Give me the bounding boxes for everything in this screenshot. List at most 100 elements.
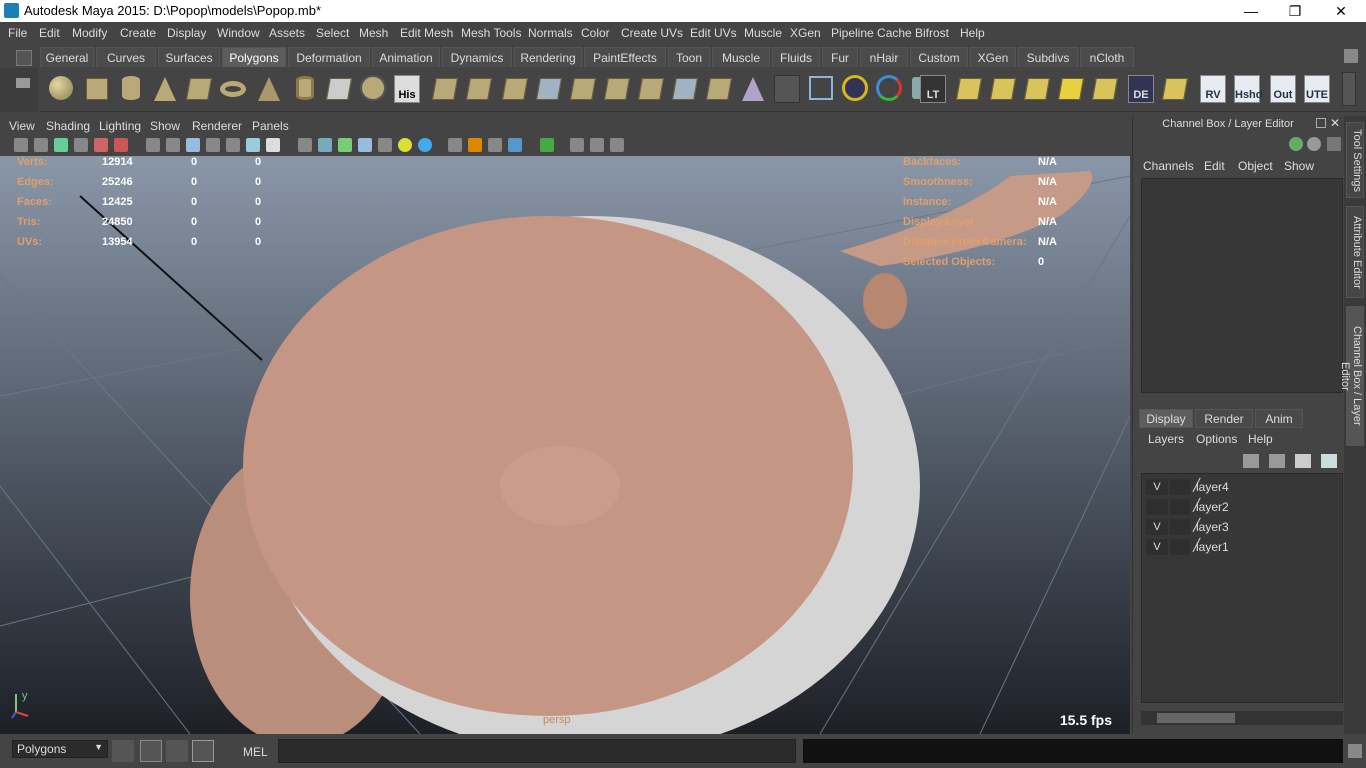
layer-name[interactable]: layer4 <box>1196 480 1229 494</box>
channel-box-menu-channels[interactable]: Channels <box>1143 159 1194 173</box>
menu-help[interactable]: Help <box>960 26 985 40</box>
grease-pencil-icon[interactable] <box>114 138 128 152</box>
menu-xgen[interactable]: XGen <box>790 26 821 40</box>
extract-icon[interactable] <box>500 73 530 105</box>
uv-tile-icon-1[interactable] <box>954 73 984 105</box>
layer-tab-display[interactable]: Display <box>1139 409 1193 428</box>
safe-action-icon[interactable] <box>246 138 260 152</box>
menu-edit-mesh[interactable]: Edit Mesh <box>400 26 453 40</box>
hypergraph-icon[interactable] <box>192 740 214 762</box>
layer-row[interactable]: V ╱ layer4 <box>1146 477 1340 497</box>
menu-create-uvs[interactable]: Create UVs <box>621 26 683 40</box>
film-gate-icon[interactable] <box>166 138 180 152</box>
fill-hole-icon[interactable] <box>636 73 666 105</box>
menu-color[interactable]: Color <box>581 26 610 40</box>
uv-tile-icon-6[interactable] <box>1160 73 1190 105</box>
grid-icon[interactable] <box>146 138 160 152</box>
de-button[interactable]: DE <box>1126 73 1156 105</box>
close-panel-icon[interactable]: ✕ <box>1330 116 1340 130</box>
layer-row[interactable]: ╱ layer2 <box>1146 497 1340 517</box>
uv-tile-icon-5[interactable] <box>1090 73 1120 105</box>
smooth-icon[interactable] <box>534 73 564 105</box>
uv-tile-icon-4[interactable] <box>1056 73 1086 105</box>
new-layer-selected-icon[interactable] <box>1321 454 1337 468</box>
menu-window[interactable]: Window <box>217 26 260 40</box>
viewport-menu-lighting[interactable]: Lighting <box>99 119 141 133</box>
menu-muscle[interactable]: Muscle <box>744 26 782 40</box>
close-button[interactable]: ✕ <box>1318 0 1364 22</box>
layer-row[interactable]: V ╱ layer3 <box>1146 517 1340 537</box>
trash-icon[interactable] <box>1344 49 1358 63</box>
tab-deformation[interactable]: Deformation <box>288 47 370 67</box>
layer-editor-icon[interactable] <box>1307 137 1321 151</box>
extrude-icon[interactable] <box>670 73 700 105</box>
resolution-gate-icon[interactable] <box>186 138 200 152</box>
ambient-occlusion-icon[interactable] <box>448 138 462 152</box>
safe-title-icon[interactable] <box>266 138 280 152</box>
transform-manipulator-icon[interactable] <box>874 73 904 105</box>
layer-name[interactable]: layer1 <box>1196 540 1229 554</box>
poly-pipe-icon[interactable] <box>290 73 320 105</box>
hshd-button[interactable]: Hshd <box>1232 73 1263 105</box>
xray-joints-icon[interactable] <box>570 138 584 152</box>
menu-set-dropdown[interactable]: Polygons ▼ <box>12 740 108 758</box>
viewport-menu-shading[interactable]: Shading <box>46 119 90 133</box>
lights-icon[interactable] <box>398 138 412 152</box>
layer-visibility-toggle[interactable]: V <box>1146 479 1168 495</box>
menu-modify[interactable]: Modify <box>72 26 107 40</box>
tab-toon[interactable]: Toon <box>668 47 710 67</box>
tab-polygons[interactable]: Polygons <box>222 47 286 67</box>
menu-create[interactable]: Create <box>120 26 156 40</box>
move-layer-up-icon[interactable] <box>1243 454 1259 468</box>
poly-torus-icon[interactable] <box>218 73 248 105</box>
layer-tab-render[interactable]: Render <box>1195 409 1253 428</box>
menu-file[interactable]: File <box>8 26 27 40</box>
help-line-icon[interactable] <box>1348 744 1362 758</box>
textured-icon[interactable] <box>378 138 392 152</box>
snap-icon[interactable] <box>840 73 870 105</box>
rv-button[interactable]: RV <box>1198 73 1228 105</box>
menu-edit-uvs[interactable]: Edit UVs <box>690 26 737 40</box>
poly-soccerball-icon[interactable] <box>358 73 388 105</box>
menu-display[interactable]: Display <box>167 26 206 40</box>
poly-helix-icon[interactable] <box>324 73 354 105</box>
scrollbar-thumb[interactable] <box>1157 713 1235 723</box>
layer-template-toggle[interactable] <box>1170 519 1190 535</box>
menu-normals[interactable]: Normals <box>528 26 573 40</box>
motion-blur-icon[interactable] <box>468 138 482 152</box>
tab-painteffects[interactable]: PaintEffects <box>584 47 666 67</box>
field-chart-icon[interactable] <box>226 138 240 152</box>
append-to-polygon-icon[interactable] <box>602 73 632 105</box>
layer-row[interactable]: V ╱ layer1 <box>1146 537 1340 557</box>
side-tab-attribute-editor[interactable]: Attribute Editor <box>1346 206 1364 298</box>
out-button[interactable]: Out <box>1268 73 1298 105</box>
viewport-menu-show[interactable]: Show <box>150 119 180 133</box>
tab-rendering[interactable]: Rendering <box>514 47 582 67</box>
channel-box-icon[interactable] <box>1289 137 1303 151</box>
construction-history-icon[interactable]: His <box>392 73 422 105</box>
outliner-icon[interactable] <box>166 740 188 762</box>
tab-custom[interactable]: Custom <box>910 47 968 67</box>
tab-animation[interactable]: Animation <box>372 47 440 67</box>
shelf-options-icon[interactable] <box>16 50 32 66</box>
layer-visibility-toggle[interactable] <box>1146 499 1168 515</box>
tab-xgen[interactable]: XGen <box>970 47 1016 67</box>
tab-fluids[interactable]: Fluids <box>772 47 820 67</box>
tab-fur[interactable]: Fur <box>822 47 858 67</box>
viewport-menu-view[interactable]: View <box>9 119 35 133</box>
channel-box-layer-icon[interactable] <box>1327 137 1341 151</box>
side-tab-tool-settings[interactable]: Tool Settings <box>1346 122 1364 198</box>
uv-tile-icon-3[interactable] <box>1022 73 1052 105</box>
menu-mesh-tools[interactable]: Mesh Tools <box>461 26 521 40</box>
tab-subdivs[interactable]: Subdivs <box>1018 47 1078 67</box>
layer-tab-anim[interactable]: Anim <box>1255 409 1303 428</box>
gate-mask-icon[interactable] <box>206 138 220 152</box>
xray-active-icon[interactable] <box>590 138 604 152</box>
menu-pipeline-cache[interactable]: Pipeline Cache <box>831 26 912 40</box>
tab-curves[interactable]: Curves <box>96 47 156 67</box>
channel-box-menu-object[interactable]: Object <box>1238 159 1273 173</box>
layer-template-toggle[interactable] <box>1170 539 1190 555</box>
tab-dynamics[interactable]: Dynamics <box>442 47 512 67</box>
tab-ncloth[interactable]: nCloth <box>1080 47 1134 67</box>
depth-of-field-icon[interactable] <box>508 138 522 152</box>
